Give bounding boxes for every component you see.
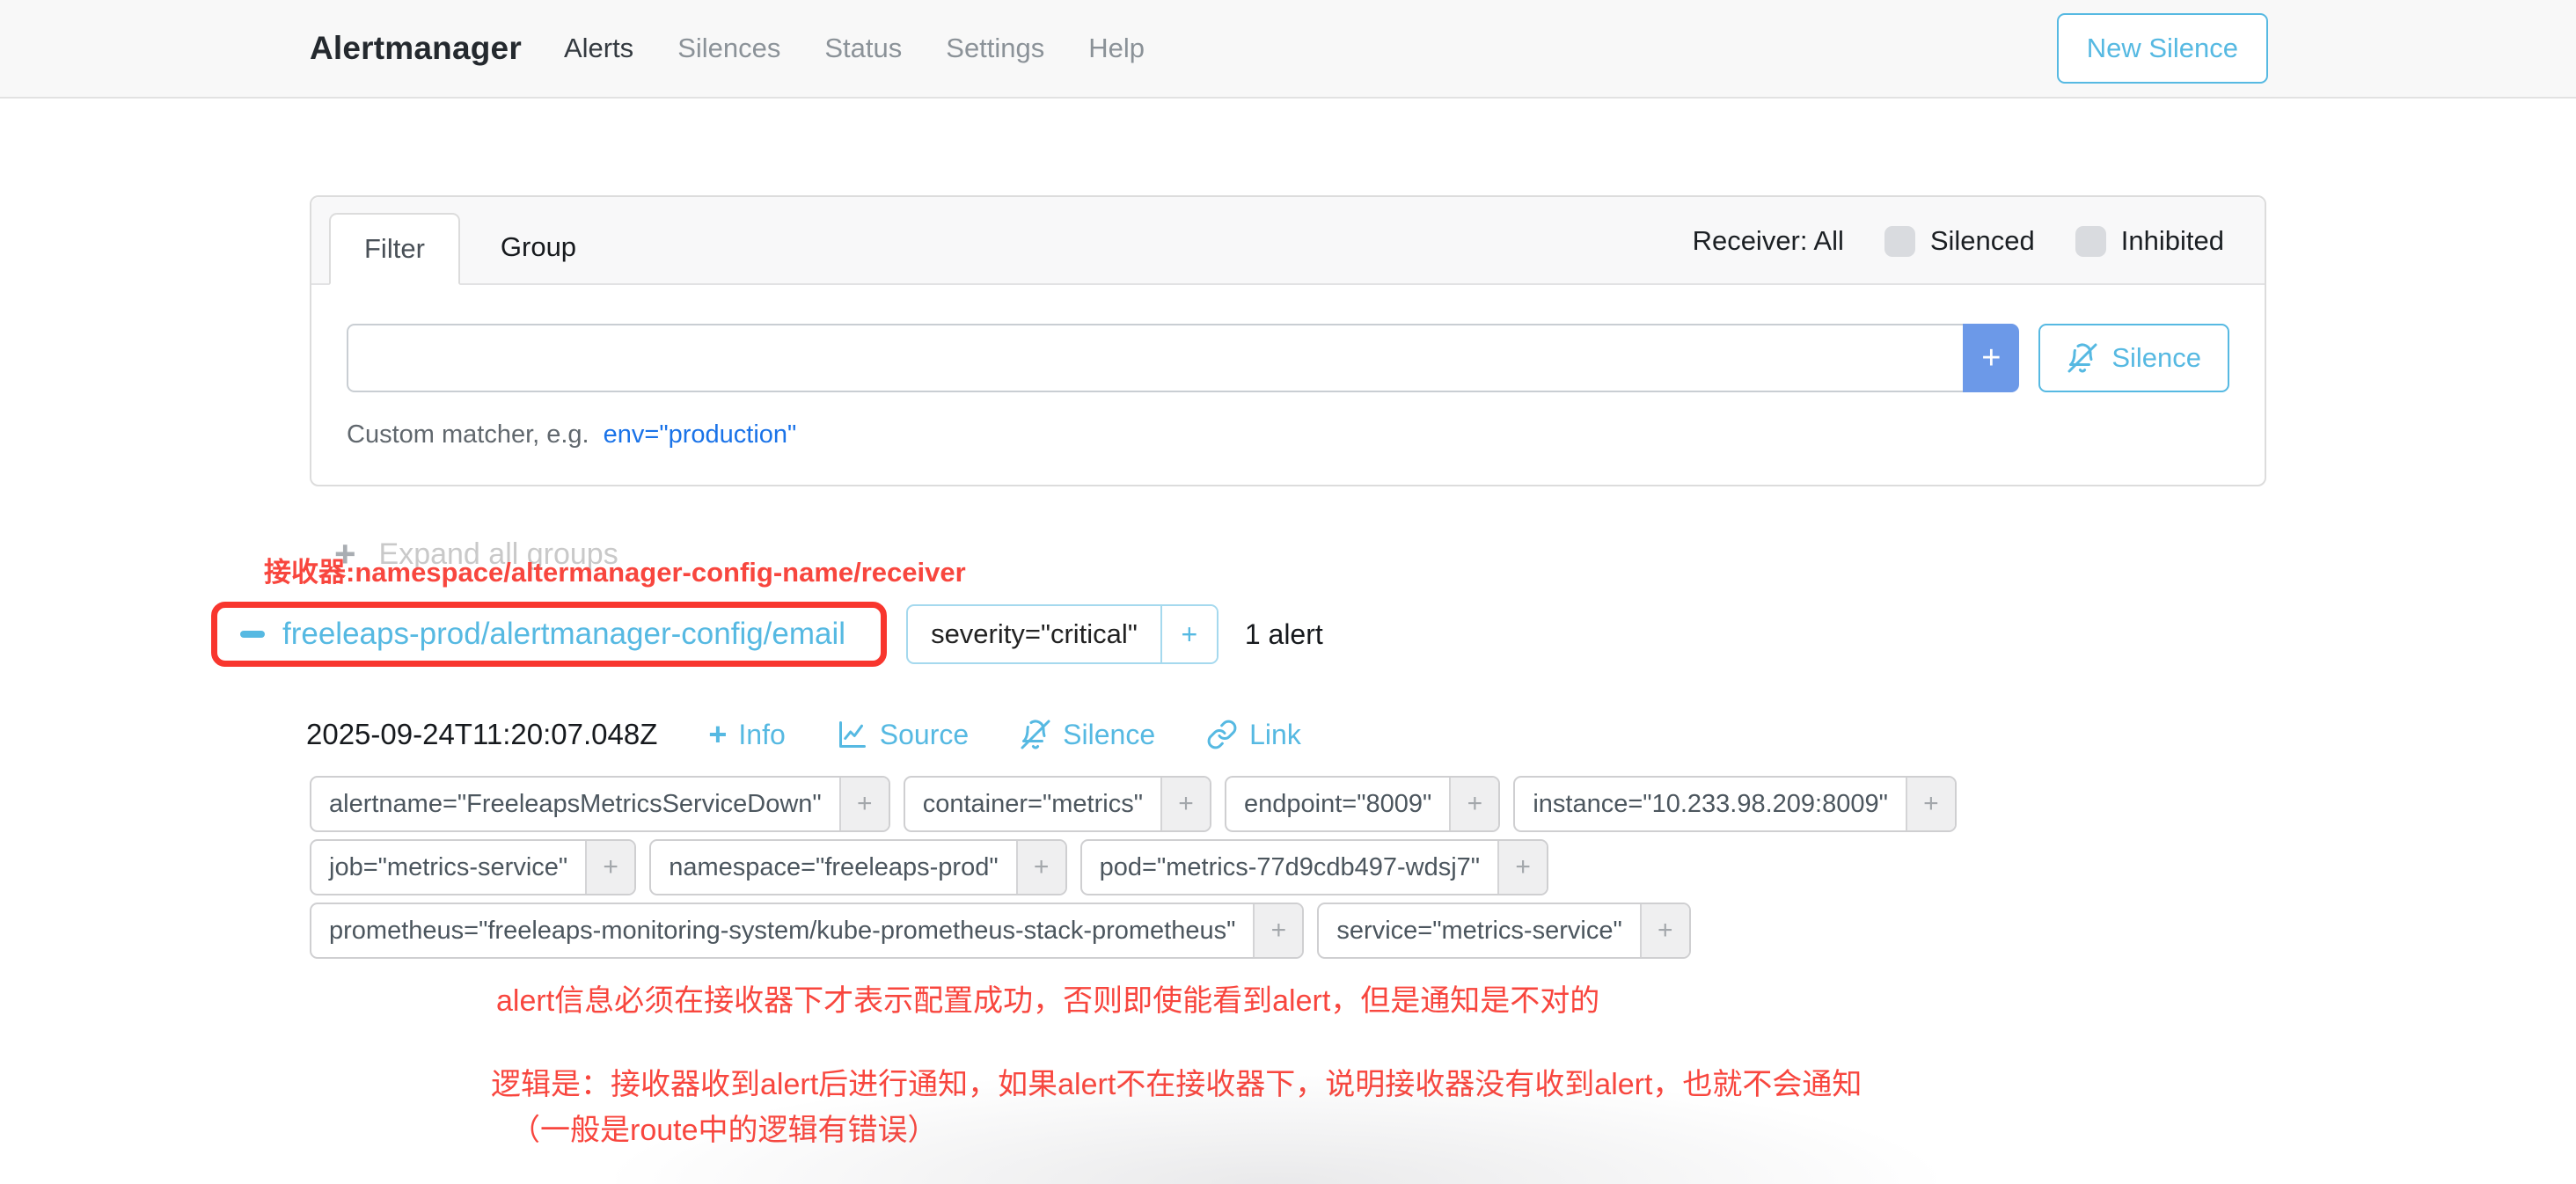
annotation-logic-line2: （一般是route中的逻辑有错误） xyxy=(491,1107,2266,1153)
annotation-red-box: freeleaps-prod/alertmanager-config/email xyxy=(211,602,887,667)
inhibited-checkbox[interactable] xyxy=(2075,226,2106,257)
label-tag-add-button[interactable]: + xyxy=(1449,778,1498,830)
silence-link-label: Silence xyxy=(1063,719,1155,751)
silence-link[interactable]: Silence xyxy=(1020,719,1155,751)
receiver-filter[interactable]: Receiver: All xyxy=(1693,225,1844,257)
nav-item-silences[interactable]: Silences xyxy=(677,33,780,64)
filter-options: Receiver: All Silenced Inhibited xyxy=(1693,225,2224,283)
label-tag: service="metrics-service" + xyxy=(1317,903,1690,959)
info-link[interactable]: + Info xyxy=(708,719,785,751)
matcher-input[interactable] xyxy=(347,324,1963,392)
group-matcher-label: severity="critical" xyxy=(908,606,1160,662)
source-link[interactable]: Source xyxy=(837,719,969,751)
app-brand[interactable]: Alertmanager xyxy=(310,30,522,67)
top-navbar: Alertmanager Alerts Silences Status Sett… xyxy=(0,0,2576,99)
alert-count: 1 alert xyxy=(1245,618,1323,651)
label-tag-text: prometheus="freeleaps-monitoring-system/… xyxy=(311,904,1253,957)
label-tag-text: service="metrics-service" xyxy=(1319,904,1639,957)
label-tag-add-button[interactable]: + xyxy=(585,841,634,894)
link-icon xyxy=(1206,719,1238,750)
inhibited-label: Inhibited xyxy=(2121,225,2224,257)
label-tag: container="metrics" + xyxy=(904,776,1211,832)
info-link-label: Info xyxy=(738,719,785,751)
annotation-receiver-note: 接收器:namespace/altermanager-config-name/r… xyxy=(264,550,2266,589)
label-tag: prometheus="freeleaps-monitoring-system/… xyxy=(310,903,1304,959)
matcher-row: + Silence xyxy=(347,324,2229,392)
silenced-checkbox[interactable] xyxy=(1884,226,1915,257)
annotation-logic-line1: 逻辑是：接收器收到alert后进行通知，如果alert不在接收器下，说明接收器没… xyxy=(491,1062,2266,1107)
label-tag-add-button[interactable]: + xyxy=(839,778,889,830)
label-tag-add-button[interactable]: + xyxy=(1497,841,1547,894)
link-link[interactable]: Link xyxy=(1206,719,1301,751)
annotation-logic-note: 逻辑是：接收器收到alert后进行通知，如果alert不在接收器下，说明接收器没… xyxy=(491,1062,2266,1153)
label-tag: alertname="FreeleapsMetricsServiceDown" … xyxy=(310,776,890,832)
annotation-alert-note: alert信息必须在接收器下才表示配置成功，否则即使能看到alert，但是通知是… xyxy=(496,976,2266,1020)
label-tag-text: namespace="freeleaps-prod" xyxy=(651,841,1015,894)
silenced-label: Silenced xyxy=(1930,225,2035,257)
add-group-matcher-button[interactable]: + xyxy=(1160,606,1217,662)
group-matcher-pill: severity="critical" + xyxy=(906,604,1218,664)
label-tag-add-button[interactable]: + xyxy=(1016,841,1065,894)
main-content: Filter Group Receiver: All Silenced Inhi… xyxy=(310,195,2266,1153)
nav-item-status[interactable]: Status xyxy=(824,33,902,64)
nav-item-help[interactable]: Help xyxy=(1088,33,1145,64)
nav-item-settings[interactable]: Settings xyxy=(946,33,1044,64)
link-link-label: Link xyxy=(1249,719,1301,751)
add-matcher-button[interactable]: + xyxy=(1963,324,2019,392)
label-tag-add-button[interactable]: + xyxy=(1906,778,1955,830)
hint-text: Custom matcher, e.g. xyxy=(347,420,589,449)
inhibited-checkbox-group[interactable]: Inhibited xyxy=(2075,225,2224,257)
label-tag: job="metrics-service" + xyxy=(310,839,636,895)
label-tag-add-button[interactable]: + xyxy=(1160,778,1210,830)
label-tag-text: endpoint="8009" xyxy=(1226,778,1449,830)
nav-menu: Alerts Silences Status Settings Help xyxy=(564,33,1145,64)
new-silence-button[interactable]: New Silence xyxy=(2057,13,2268,84)
silence-button-label: Silence xyxy=(2111,342,2201,374)
silence-button[interactable]: Silence xyxy=(2038,324,2229,392)
label-tag-text: job="metrics-service" xyxy=(311,841,585,894)
custom-matcher-hint: Custom matcher, e.g. env="production" xyxy=(347,420,2229,449)
label-tag-text: pod="metrics-77d9cdb497-wdsj7" xyxy=(1082,841,1497,894)
filter-panel: Filter Group Receiver: All Silenced Inhi… xyxy=(310,195,2266,486)
label-tag-text: instance="10.233.98.209:8009" xyxy=(1515,778,1906,830)
alert-timestamp: 2025-09-24T11:20:07.048Z xyxy=(306,718,657,751)
hint-example-link[interactable]: env="production" xyxy=(604,420,797,449)
label-tag: namespace="freeleaps-prod" + xyxy=(649,839,1066,895)
bell-slash-icon xyxy=(2067,342,2098,374)
bell-slash-icon xyxy=(1020,719,1051,750)
alert-labels: alertname="FreeleapsMetricsServiceDown" … xyxy=(310,776,2272,959)
label-tag-text: alertname="FreeleapsMetricsServiceDown" xyxy=(311,778,839,830)
alert-meta-row: 2025-09-24T11:20:07.048Z + Info Source S… xyxy=(306,718,2266,751)
nav-item-alerts[interactable]: Alerts xyxy=(564,33,633,64)
label-tag-add-button[interactable]: + xyxy=(1253,904,1302,957)
label-tag: endpoint="8009" + xyxy=(1225,776,1500,832)
minus-icon xyxy=(240,631,265,638)
filter-panel-header: Filter Group Receiver: All Silenced Inhi… xyxy=(311,197,2265,285)
label-tag-text: container="metrics" xyxy=(905,778,1160,830)
label-tag-add-button[interactable]: + xyxy=(1640,904,1689,957)
plus-icon: + xyxy=(708,719,727,750)
source-link-label: Source xyxy=(880,719,969,751)
label-tag: pod="metrics-77d9cdb497-wdsj7" + xyxy=(1080,839,1548,895)
group-name: freeleaps-prod/alertmanager-config/email xyxy=(282,617,845,652)
chart-line-icon xyxy=(837,719,868,750)
label-tag: instance="10.233.98.209:8009" + xyxy=(1513,776,1957,832)
filter-panel-body: + Silence Custom matcher, e.g. env="prod… xyxy=(311,285,2265,485)
collapse-group-button[interactable]: freeleaps-prod/alertmanager-config/email xyxy=(240,617,845,652)
silenced-checkbox-group[interactable]: Silenced xyxy=(1884,225,2035,257)
alert-group-row: freeleaps-prod/alertmanager-config/email… xyxy=(211,602,2266,667)
tab-group[interactable]: Group xyxy=(467,213,610,283)
tab-filter[interactable]: Filter xyxy=(329,213,460,285)
